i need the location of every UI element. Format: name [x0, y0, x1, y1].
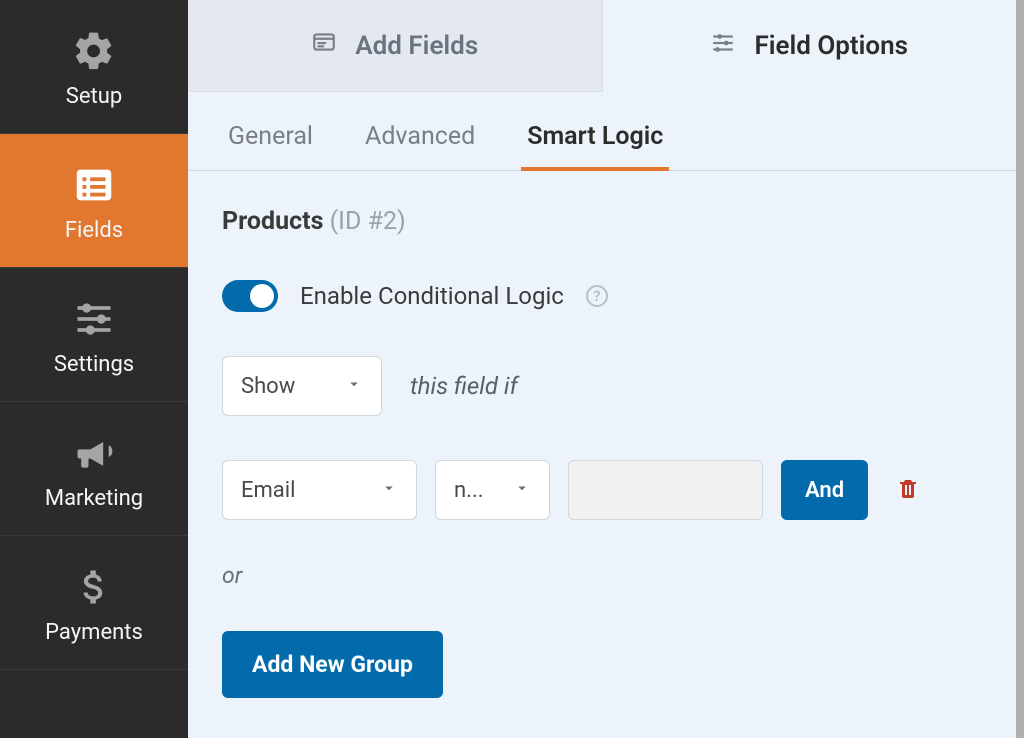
bullhorn-icon: [72, 430, 116, 476]
sidebar-item-setup[interactable]: Setup: [0, 0, 188, 134]
and-button[interactable]: And: [781, 460, 868, 520]
sidebar-item-label: Fields: [65, 218, 123, 243]
gear-icon: [72, 28, 116, 74]
sidebar-item-payments[interactable]: Payments: [0, 536, 188, 670]
main-panel: Add Fields Field Options General Advance…: [188, 0, 1024, 738]
condition-row: Email n... And: [222, 460, 982, 520]
section-title: Products (ID #2): [222, 207, 982, 236]
sidebar: Setup Fields Settings Marketing Payments: [0, 0, 188, 738]
field-select[interactable]: Email: [222, 460, 417, 520]
select-value: n...: [454, 478, 484, 503]
form-icon: [311, 29, 337, 62]
tab-label: Add Fields: [355, 31, 478, 61]
sliders-icon: [710, 30, 736, 63]
sidebar-item-settings[interactable]: Settings: [0, 268, 188, 402]
sub-tabs: General Advanced Smart Logic: [188, 122, 1016, 171]
sidebar-item-label: Settings: [54, 352, 134, 377]
or-separator: or: [222, 562, 982, 589]
dollar-icon: [72, 564, 116, 610]
tab-label: Field Options: [754, 31, 908, 61]
toggle-label: Enable Conditional Logic: [300, 282, 564, 310]
conditional-logic-row: Enable Conditional Logic ?: [222, 280, 982, 312]
select-value: Email: [241, 478, 295, 503]
action-suffix: this field if: [410, 372, 518, 400]
sidebar-item-label: Setup: [66, 84, 122, 109]
chevron-down-icon: [380, 478, 398, 503]
action-row: Show this field if: [222, 356, 982, 416]
content: Products (ID #2) Enable Conditional Logi…: [188, 171, 1016, 734]
sub-tab-general[interactable]: General: [222, 122, 319, 171]
tab-field-options[interactable]: Field Options: [603, 0, 1017, 92]
sidebar-item-label: Payments: [45, 620, 143, 645]
field-name: Products: [222, 207, 323, 236]
conditional-logic-toggle[interactable]: [222, 280, 278, 312]
help-icon[interactable]: ?: [586, 285, 608, 307]
sidebar-item-fields[interactable]: Fields: [0, 134, 188, 268]
top-tabs: Add Fields Field Options: [188, 0, 1016, 92]
operator-select[interactable]: n...: [435, 460, 550, 520]
chevron-down-icon: [513, 478, 531, 503]
action-select[interactable]: Show: [222, 356, 382, 416]
trash-icon[interactable]: [896, 476, 920, 504]
sliders-icon: [72, 296, 116, 342]
sidebar-item-label: Marketing: [45, 486, 143, 511]
chevron-down-icon: [345, 374, 363, 399]
toggle-knob: [250, 284, 274, 308]
list-icon: [71, 162, 117, 208]
field-id: (ID #2): [330, 207, 406, 236]
tab-add-fields[interactable]: Add Fields: [188, 0, 603, 92]
select-value: Show: [241, 374, 295, 399]
sub-tab-smart-logic[interactable]: Smart Logic: [521, 122, 669, 171]
value-input[interactable]: [568, 460, 763, 520]
sub-tab-advanced[interactable]: Advanced: [359, 122, 481, 171]
add-new-group-button[interactable]: Add New Group: [222, 631, 443, 698]
sidebar-item-marketing[interactable]: Marketing: [0, 402, 188, 536]
